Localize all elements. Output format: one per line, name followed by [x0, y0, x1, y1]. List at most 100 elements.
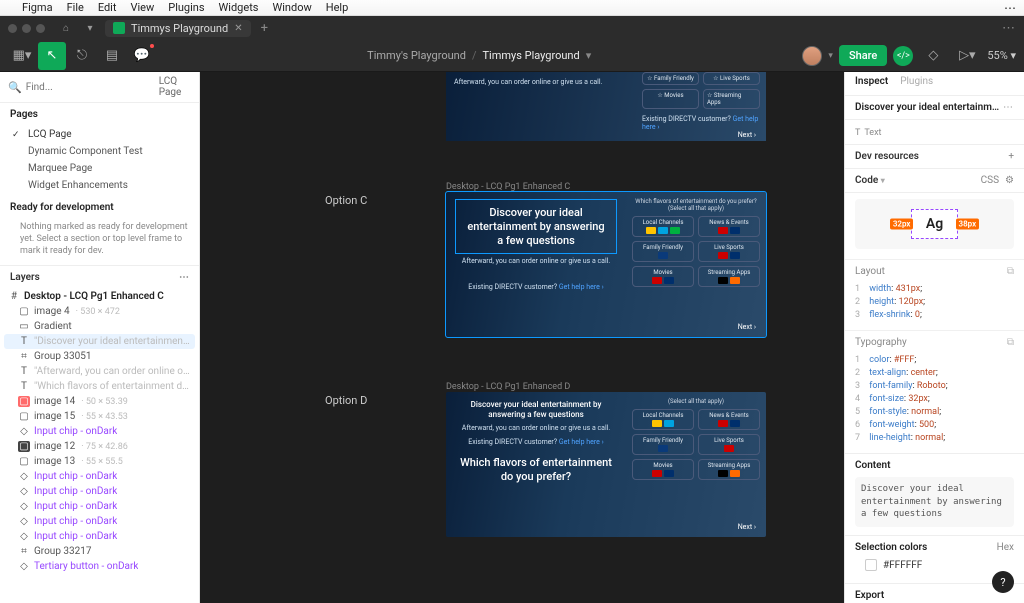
element-name: Discover your ideal entertainment by ans	[855, 102, 1003, 113]
text-type-icon: T	[855, 128, 860, 138]
comments-tool-icon[interactable]: 💬	[128, 42, 156, 70]
menu-widgets[interactable]: Widgets	[219, 1, 259, 14]
comp-icon: ◇	[18, 471, 30, 482]
share-button[interactable]: Share	[839, 45, 887, 66]
component-icon[interactable]: ◇	[919, 42, 947, 70]
artboard-option-c[interactable]: Discover your ideal entertainment by ans…	[446, 192, 766, 337]
search-input[interactable]	[26, 82, 159, 93]
layout-subtitle: Layout	[855, 266, 885, 277]
page-item[interactable]: ✓LCQ Page	[8, 126, 191, 143]
layer-item[interactable]: ◇Input chip - onDark	[4, 514, 195, 529]
menu-plugins[interactable]: Plugins	[168, 1, 204, 14]
menu-figma[interactable]: Figma	[22, 1, 53, 14]
comp-icon: ◇	[18, 501, 30, 512]
menu-view[interactable]: View	[130, 1, 154, 14]
close-tab-icon[interactable]: ✕	[234, 23, 242, 34]
document-tab[interactable]: Timmys Playground ✕	[105, 20, 251, 37]
layer-item[interactable]: ▢image 12· 75 × 42.86	[4, 439, 195, 454]
copy-icon[interactable]: ⧉	[1007, 266, 1014, 277]
menu-window[interactable]: Window	[272, 1, 311, 14]
layer-item[interactable]: #Desktop - LCQ Pg1 Enhanced C	[4, 289, 195, 304]
layer-item[interactable]: ◇Input chip - onDark	[4, 529, 195, 544]
zoom-level[interactable]: 55% ▾	[987, 49, 1016, 62]
dev-ready-note: Nothing marked as ready for development …	[0, 221, 199, 265]
img-icon: ▢	[18, 456, 30, 467]
minimize-window-icon[interactable]	[22, 24, 31, 33]
layer-item[interactable]: ◇Input chip - onDark	[4, 484, 195, 499]
layer-item[interactable]: ▢image 13· 55 × 55.5	[4, 454, 195, 469]
rect-icon: ▭	[18, 321, 30, 332]
tab-inspect[interactable]: Inspect	[855, 76, 888, 91]
comp-icon: ◇	[18, 486, 30, 497]
layer-item[interactable]: ◇Input chip - onDark	[4, 499, 195, 514]
color-format[interactable]: Hex	[997, 542, 1014, 553]
chevron-down-icon[interactable]: ▾	[586, 49, 592, 62]
layer-item[interactable]: ⌗Group 33217	[4, 544, 195, 559]
layer-list[interactable]: #Desktop - LCQ Pg1 Enhanced C▢image 4· 5…	[0, 289, 199, 603]
page-item[interactable]: Widget Enhancements	[8, 177, 191, 194]
preview-box: 32px Ag 38px	[855, 199, 1014, 249]
maximize-window-icon[interactable]	[36, 24, 45, 33]
layout-code[interactable]: 1 width: 431px;2 height: 120px;3 flex-sh…	[845, 279, 1024, 326]
chevron-down-icon[interactable]: ▾	[81, 19, 99, 37]
typography-code[interactable]: 1 color: #FFF;2 text-align: center;3 fon…	[845, 350, 1024, 449]
layer-item[interactable]: ▢image 15· 55 × 43.53	[4, 409, 195, 424]
comp-icon: ◇	[18, 426, 30, 437]
annotate-tool-icon[interactable]: ▤	[98, 42, 126, 70]
page-item[interactable]: Marquee Page	[8, 160, 191, 177]
page-item[interactable]: Dynamic Component Test	[8, 143, 191, 160]
code-lang[interactable]: CSS	[981, 175, 999, 186]
more-icon[interactable]: ⋯	[1003, 102, 1014, 113]
tab-plugins[interactable]: Plugins	[900, 76, 933, 91]
layer-item[interactable]: T"Afterward, you can order online or g..…	[4, 364, 195, 379]
layer-item[interactable]: ▢image 4· 530 × 472	[4, 304, 195, 319]
canvas[interactable]: Afterward, you can order online or give …	[200, 72, 844, 603]
next-button[interactable]: Next ›	[632, 523, 760, 531]
layer-item[interactable]: T"Discover your ideal entertainment by a…	[4, 334, 195, 349]
layer-item[interactable]: ◇Input chip - onDark	[4, 424, 195, 439]
copy-icon[interactable]: ⧉	[1007, 337, 1014, 348]
frame-label[interactable]: Desktop - LCQ Pg1 Enhanced D	[446, 382, 570, 392]
prototype-play-icon[interactable]: ▷▾	[953, 42, 981, 70]
layer-item[interactable]: ▢image 14· 50 × 53.39	[4, 394, 195, 409]
breadcrumb[interactable]: Timmy's Playground / Timmys Playground ▾	[156, 49, 802, 62]
content-title: Content	[855, 460, 890, 471]
layer-item[interactable]: ◇Input chip - onDark	[4, 469, 195, 484]
more-icon[interactable]: ⋯	[179, 272, 189, 283]
tab-bar: ⌂ ▾ Timmys Playground ✕ + ⋯	[0, 16, 1024, 40]
add-tab-icon[interactable]: +	[261, 21, 268, 36]
option-label: Option D	[325, 394, 367, 407]
move-tool-icon[interactable]: ↖	[38, 42, 66, 70]
content-value[interactable]: Discover your ideal entertainment by ans…	[855, 477, 1014, 527]
close-window-icon[interactable]	[8, 24, 17, 33]
page-selector[interactable]: LCQ Page	[159, 76, 191, 98]
add-icon[interactable]: +	[1008, 151, 1014, 162]
help-icon[interactable]: ?	[992, 571, 1014, 593]
settings-icon[interactable]: ⚙	[1005, 175, 1014, 186]
menu-help[interactable]: Help	[326, 1, 349, 14]
home-icon[interactable]: ⌂	[57, 19, 75, 37]
imgred-icon: ▢	[18, 396, 30, 407]
avatar[interactable]	[802, 46, 822, 66]
window-menu-icon[interactable]: ⋯	[1002, 21, 1016, 36]
pages-section-title: Pages	[0, 103, 199, 126]
breadcrumb-current[interactable]: Timmys Playground	[482, 49, 579, 62]
layer-item[interactable]: ◇Tertiary button - onDark	[4, 559, 195, 574]
wifi-icon[interactable]: ⋯	[1004, 1, 1016, 15]
measure-tool-icon[interactable]: ⎋	[68, 42, 96, 70]
search-icon[interactable]: 🔍	[8, 81, 22, 94]
figma-menu-icon[interactable]: ▦▾	[8, 42, 36, 70]
layer-item[interactable]: T"Which flavors of entertainment do y...…	[4, 379, 195, 394]
layer-item[interactable]: ⌗Group 33051	[4, 349, 195, 364]
img-icon: ▢	[18, 306, 30, 317]
menu-file[interactable]: File	[67, 1, 84, 14]
artboard-option-d[interactable]: Discover your ideal entertainment by ans…	[446, 392, 766, 537]
chevron-down-icon[interactable]: ▾	[828, 51, 833, 61]
frame-label[interactable]: Desktop - LCQ Pg1 Enhanced C	[446, 182, 570, 192]
dev-mode-icon[interactable]: </>	[893, 46, 913, 66]
layer-item[interactable]: ▭Gradient	[4, 319, 195, 334]
next-button[interactable]: Next ›	[632, 323, 760, 331]
frame-icon: #	[8, 291, 20, 302]
menu-edit[interactable]: Edit	[98, 1, 117, 14]
breadcrumb-parent[interactable]: Timmy's Playground	[367, 49, 466, 62]
